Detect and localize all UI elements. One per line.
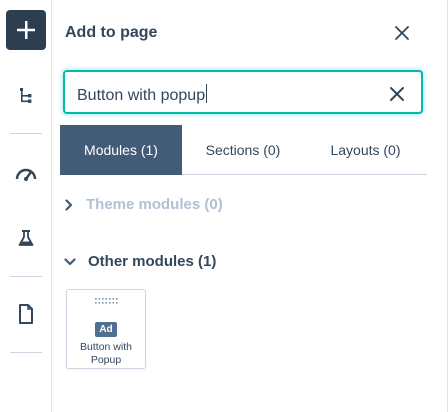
search-field[interactable]: Button with popup [63, 70, 423, 114]
flask-icon [18, 230, 34, 246]
chevron-down-icon [64, 257, 76, 265]
rail-divider [10, 133, 42, 134]
tab-modules[interactable]: Modules (1) [60, 125, 182, 175]
ad-badge-icon: Ad [95, 322, 117, 337]
text-cursor [206, 84, 208, 103]
chevron-right-icon [65, 198, 73, 211]
plus-icon [17, 21, 35, 39]
left-rail [0, 0, 52, 412]
other-modules-label: Other modules (1) [88, 253, 217, 270]
module-card-label: Button with Popup [67, 341, 145, 367]
other-modules-toggle[interactable]: Other modules (1) [64, 253, 216, 270]
rail-item-test[interactable] [10, 222, 42, 254]
tab-layouts[interactable]: Layouts (0) [304, 125, 427, 175]
module-card-button-with-popup[interactable]: Ad Button with Popup [66, 289, 146, 369]
rail-item-page[interactable] [10, 298, 42, 330]
add-button[interactable] [6, 10, 46, 50]
tree-icon [20, 88, 32, 103]
clear-icon [390, 87, 404, 101]
drag-handle-icon [95, 298, 118, 304]
rail-divider [10, 352, 42, 353]
rail-item-tree[interactable] [10, 80, 42, 112]
search-input[interactable]: Button with popup [77, 84, 208, 105]
close-icon [395, 26, 409, 40]
search-input-value: Button with popup [77, 87, 206, 104]
gauge-icon [15, 168, 37, 181]
tab-sections[interactable]: Sections (0) [182, 125, 304, 175]
close-button[interactable] [392, 23, 412, 43]
module-label-line1: Button with [80, 341, 132, 353]
panel-title: Add to page [65, 24, 158, 41]
theme-modules-label: Theme modules (0) [86, 196, 223, 213]
page-icon [19, 304, 33, 324]
theme-modules-toggle[interactable]: Theme modules (0) [64, 196, 223, 213]
tab-bar: Modules (1) Sections (0) Layouts (0) [60, 125, 427, 175]
add-to-page-panel: Add to page Button with popup Modules (1… [52, 0, 448, 412]
clear-search-button[interactable] [387, 84, 407, 104]
rail-item-performance[interactable] [10, 158, 42, 190]
rail-divider [10, 276, 42, 277]
module-label-line2: Popup [90, 354, 122, 366]
